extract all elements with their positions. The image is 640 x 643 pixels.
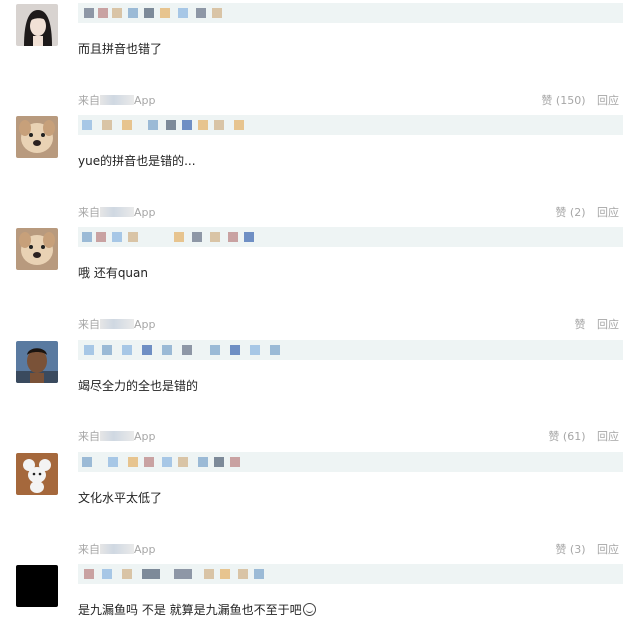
reply-button[interactable]: 回应 <box>597 94 619 107</box>
like-button[interactable]: 赞 (150) <box>541 94 585 107</box>
avatar-dog-image <box>16 228 58 270</box>
username-censored <box>78 115 623 135</box>
comment-meta: 来自 App 赞 (150) 回应 <box>78 92 619 108</box>
like-button[interactable]: 赞 (3) <box>555 543 585 556</box>
comment-source: 来自 App <box>78 430 156 443</box>
avatar[interactable] <box>16 341 58 383</box>
comment-meta: 来自 App 赞 回应 <box>78 316 619 332</box>
comment-text: 竭尽全力的全也是错的 <box>78 379 199 393</box>
avatar[interactable] <box>16 4 58 46</box>
comment-text: 文化水平太低了 <box>78 491 163 505</box>
reply-button[interactable]: 回应 <box>597 318 619 331</box>
reply-button[interactable]: 回应 <box>597 430 619 443</box>
comment-meta: 来自 App 赞 (2) 回应 <box>78 204 619 220</box>
username-censored <box>78 3 623 23</box>
avatar[interactable] <box>16 228 58 270</box>
comment-text: yue的拼音也是错的... <box>78 154 196 168</box>
avatar-girl-image <box>16 4 58 46</box>
reply-button[interactable]: 回应 <box>597 543 619 556</box>
comment-source: 来自 App <box>78 318 156 331</box>
like-button[interactable]: 赞 (2) <box>555 206 585 219</box>
comment-text: 是九漏鱼吗 不是 就算是九漏鱼也不至于吧 <box>78 601 316 618</box>
avatar-cartoon-mouse-image <box>16 453 58 495</box>
comment-meta: 来自 App 赞 (61) 回应 <box>78 428 619 444</box>
username-censored <box>78 452 623 472</box>
comment-text: 哦 还有quan <box>78 266 148 280</box>
username-censored <box>78 340 623 360</box>
like-button[interactable]: 赞 <box>575 318 586 331</box>
avatar-man-image <box>16 341 58 383</box>
comment-text: 而且拼音也错了 <box>78 42 163 56</box>
username-censored <box>78 564 623 584</box>
like-button[interactable]: 赞 (61) <box>548 430 585 443</box>
avatar[interactable] <box>16 565 58 607</box>
comment-source: 来自 App <box>78 206 156 219</box>
comment-source: 来自 App <box>78 543 156 556</box>
avatar-black-image <box>16 565 58 607</box>
reply-button[interactable]: 回应 <box>597 206 619 219</box>
avatar[interactable] <box>16 453 58 495</box>
avatar[interactable] <box>16 116 58 158</box>
avatar-dog-image <box>16 116 58 158</box>
smile-emoji-icon <box>302 603 316 616</box>
username-censored <box>78 227 623 247</box>
comment-source: 来自 App <box>78 94 156 107</box>
comment-meta: 来自 App 赞 (3) 回应 <box>78 541 619 557</box>
